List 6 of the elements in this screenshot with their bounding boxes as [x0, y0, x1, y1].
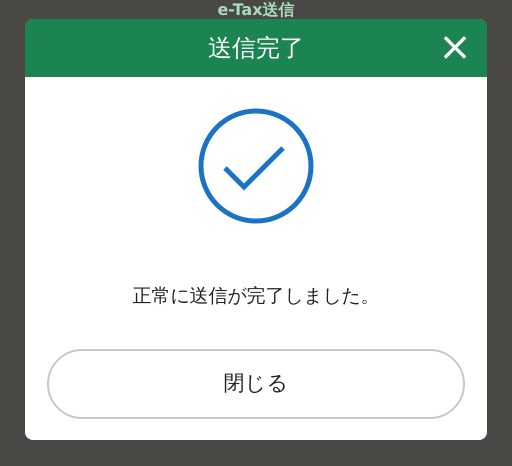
- dialog-title: 送信完了: [208, 33, 304, 64]
- page-title: e-Tax送信: [217, 0, 295, 19]
- close-button[interactable]: ×: [437, 29, 473, 65]
- checkmark-circle-icon: [198, 108, 314, 224]
- close-dialog-button[interactable]: 閉じる: [47, 348, 465, 418]
- message: 正常に送信が完了しました。: [132, 284, 380, 309]
